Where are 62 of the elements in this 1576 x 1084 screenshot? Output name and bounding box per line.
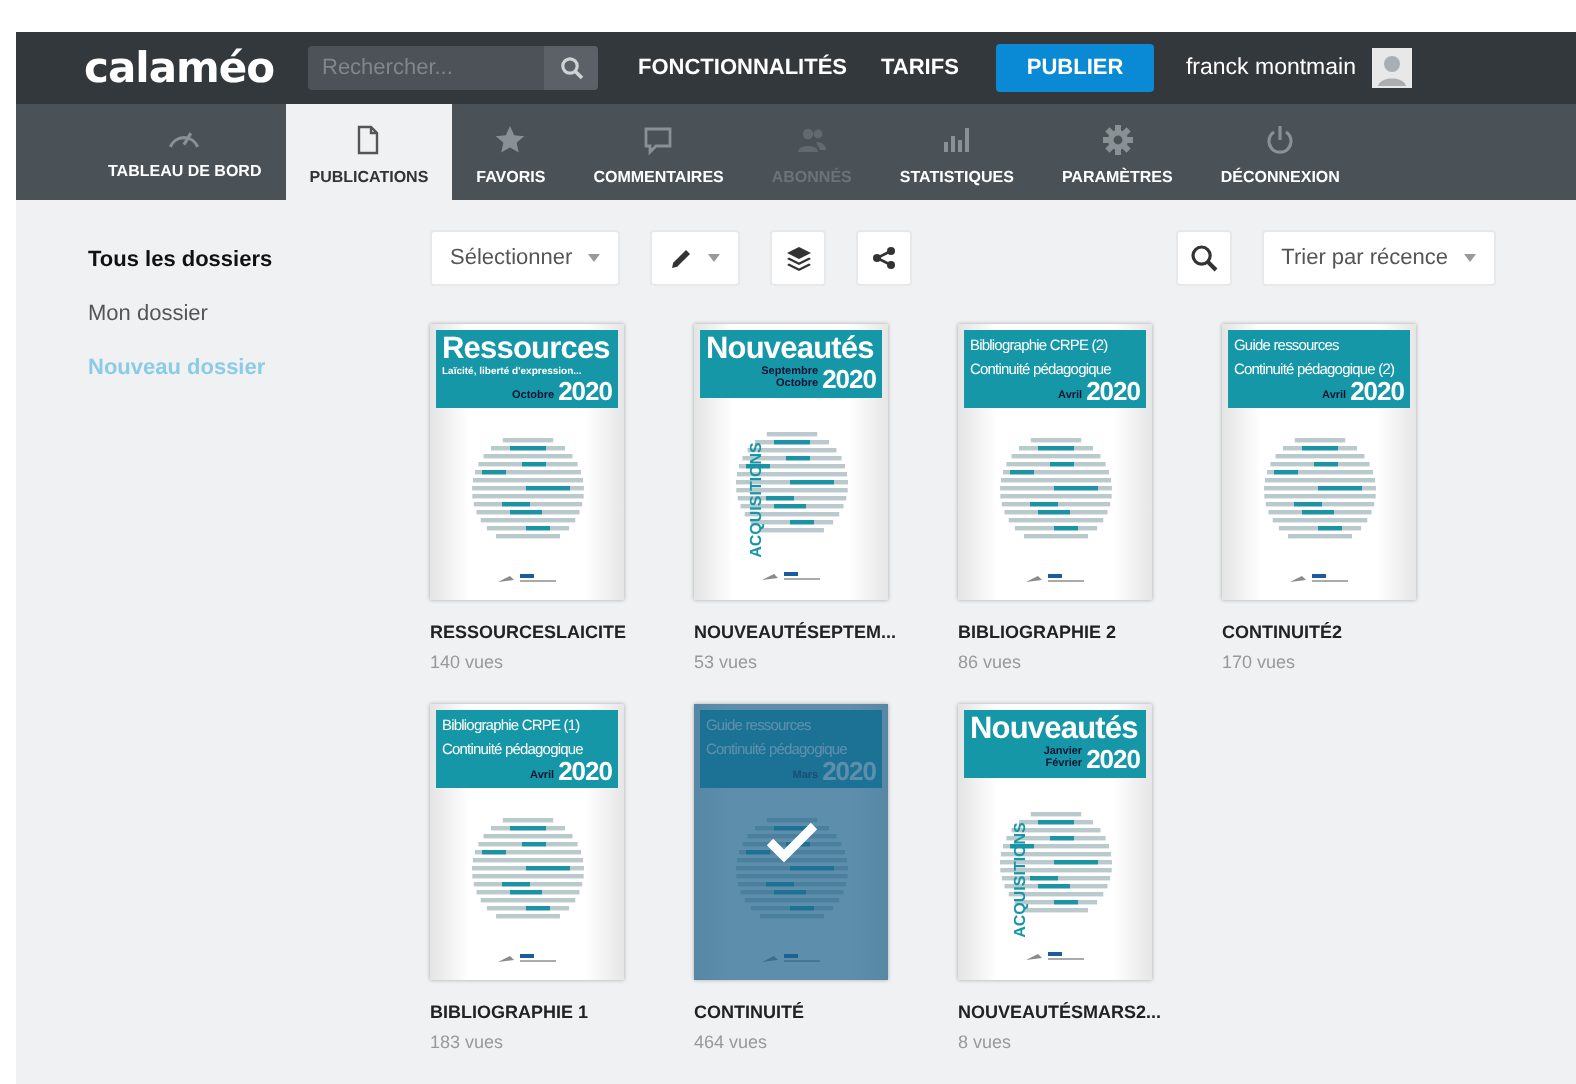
publish-button[interactable]: PUBLIER (996, 44, 1154, 92)
caret-icon (708, 254, 721, 262)
star-icon (494, 124, 527, 156)
publication-title[interactable]: CONTINUITÉ (694, 1002, 888, 1022)
share-icon (872, 246, 897, 270)
cover-title: Ressources (442, 334, 612, 365)
layers-icon (785, 245, 812, 271)
people-icon (795, 124, 828, 156)
nav-tab[interactable]: DÉCONNEXION (1196, 104, 1364, 200)
publication-title[interactable]: CONTINUITÉ2 (1222, 622, 1416, 642)
publisher-logo (497, 571, 557, 584)
nav-tab[interactable]: PUBLICATIONS (285, 104, 453, 200)
nav-tab[interactable]: PARAMÈTRES (1037, 104, 1197, 200)
search-button[interactable] (1175, 230, 1232, 286)
settings-icon (1101, 124, 1134, 156)
view-count: 464 vues (694, 1032, 770, 1052)
folder-link[interactable]: Mon dossier (88, 302, 358, 326)
header-link[interactable]: FONCTIONNALITÉS (638, 56, 847, 80)
caret-icon (588, 254, 601, 262)
view-count: 86 vues (958, 652, 1024, 672)
search-icon[interactable] (544, 46, 598, 90)
pencil-icon (670, 247, 693, 269)
nav-tab[interactable]: COMMENTAIRES (569, 104, 748, 200)
cover-year: 2020 (558, 377, 612, 403)
power-icon (1264, 124, 1297, 156)
cover-year: 2020 (1350, 377, 1404, 403)
cover-title: Nouveautés (706, 334, 876, 365)
cover-year: 2020 (1086, 745, 1140, 771)
nav-tab[interactable]: FAVORIS (452, 104, 570, 200)
publisher-logo (497, 951, 557, 964)
share-button[interactable] (856, 230, 913, 286)
cover-year: 2020 (822, 365, 876, 391)
speech-bubble-icon (642, 124, 675, 156)
view-count: 8 vues (958, 1032, 1014, 1052)
nav-tab[interactable]: STATISTIQUES (875, 104, 1038, 200)
search-icon (1189, 244, 1218, 272)
publication-title[interactable]: BIBLIOGRAPHIE 2 (958, 622, 1152, 642)
edit-dropdown[interactable] (650, 230, 741, 286)
cover-title: Nouveautés (970, 714, 1140, 745)
publisher-logo (1289, 571, 1349, 584)
view-count: 170 vues (1222, 652, 1298, 672)
view-count: 183 vues (430, 1032, 506, 1052)
publication-title[interactable]: RESSOURCESLAICITE (430, 622, 624, 642)
layers-button[interactable] (770, 230, 827, 286)
view-count: 140 vues (430, 652, 506, 672)
bar-chart-icon (940, 124, 973, 156)
gauge-icon (168, 130, 201, 150)
cover-year: 2020 (822, 757, 876, 783)
sort-dropdown[interactable]: Trier par récence (1261, 230, 1496, 286)
publisher-logo (1025, 571, 1085, 584)
logo[interactable]: calaméo (84, 44, 308, 92)
select-dropdown[interactable]: Sélectionner (430, 230, 621, 286)
nav-tab[interactable]: TABLEAU DE BORD (84, 104, 286, 200)
caret-icon (1464, 254, 1476, 262)
view-count: 53 vues (694, 652, 760, 672)
checkmark-icon (765, 822, 817, 862)
folder-link[interactable]: Tous les dossiers (88, 248, 358, 272)
cover-year: 2020 (1086, 377, 1140, 403)
publication-title[interactable]: BIBLIOGRAPHIE 1 (430, 1002, 624, 1022)
user-name[interactable]: franck montmain (1185, 56, 1356, 80)
header-link[interactable]: TARIFS (881, 56, 959, 80)
cover-year: 2020 (558, 757, 612, 783)
